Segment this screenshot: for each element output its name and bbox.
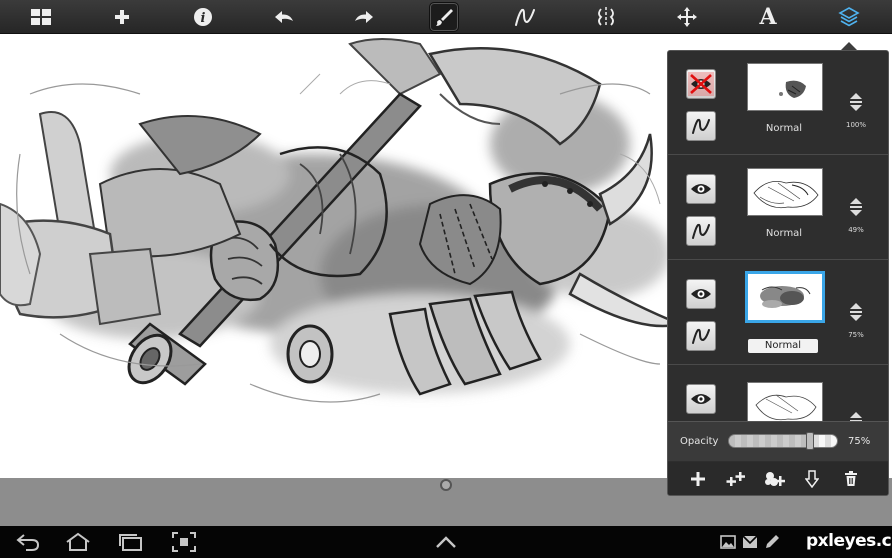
- add-icon[interactable]: [107, 2, 137, 32]
- layer-row-selected[interactable]: Normal 75%: [668, 261, 888, 365]
- svg-text:i: i: [201, 11, 206, 26]
- home-icon[interactable]: [63, 530, 93, 554]
- layer-visibility-toggle[interactable]: [686, 69, 716, 99]
- stroke-icon: [692, 328, 710, 344]
- eye-icon: [691, 289, 711, 299]
- layer-blend-mode[interactable]: Normal: [746, 228, 822, 239]
- screenshot-icon[interactable]: [170, 530, 198, 554]
- layer-row[interactable]: Normal 49%: [668, 156, 888, 260]
- text-icon-glyph: A: [759, 4, 777, 30]
- delete-layer-icon[interactable]: [839, 468, 863, 490]
- layer-visibility-toggle[interactable]: [686, 384, 716, 414]
- opacity-label: Opacity: [680, 436, 719, 447]
- redo-icon[interactable]: [349, 2, 379, 32]
- add-layer-icon[interactable]: [686, 468, 710, 490]
- layer-thumbnail: [747, 382, 823, 421]
- gallery-icon[interactable]: [26, 2, 56, 32]
- opacity-slider[interactable]: [728, 432, 838, 450]
- brush-icon[interactable]: [429, 2, 459, 32]
- layers-panel: Normal 100% Normal 49% Normal 75% Opacit…: [667, 50, 889, 496]
- edit-notification-icon[interactable]: [763, 530, 781, 554]
- stroke-icon[interactable]: [510, 2, 540, 32]
- opacity-slider-fill: [729, 435, 810, 447]
- layer-alpha-lock-toggle[interactable]: [686, 216, 716, 246]
- layer-opacity-label: 49%: [848, 226, 864, 234]
- duplicate-layer-icon[interactable]: [724, 468, 748, 490]
- layer-thumbnail: [747, 63, 823, 111]
- recent-apps-icon[interactable]: [116, 530, 146, 554]
- merge-layer-icon[interactable]: [762, 468, 786, 490]
- opacity-value: 75%: [848, 436, 871, 447]
- layers-list[interactable]: Normal 100% Normal 49% Normal 75%: [668, 51, 888, 421]
- layer-visibility-toggle[interactable]: [686, 174, 716, 204]
- layer-blend-mode[interactable]: Normal: [746, 123, 822, 134]
- layers-icon[interactable]: [834, 2, 864, 32]
- layer-visibility-toggle[interactable]: [686, 279, 716, 309]
- layer-thumbnail: [747, 168, 823, 216]
- back-icon[interactable]: [14, 530, 42, 554]
- hidden-eye-icon: [688, 72, 714, 96]
- stroke-icon: [692, 118, 710, 134]
- layer-row[interactable]: Normal 100%: [668, 51, 888, 155]
- transform-icon[interactable]: [672, 2, 702, 32]
- layer-reorder-handle[interactable]: [846, 196, 866, 218]
- layer-alpha-lock-toggle[interactable]: [686, 111, 716, 141]
- layer-thumbnail: [745, 271, 825, 323]
- text-icon[interactable]: A: [753, 2, 783, 32]
- layer-row[interactable]: [668, 366, 888, 421]
- mail-notification-icon[interactable]: [741, 530, 759, 554]
- layer-reorder-handle[interactable]: [846, 301, 866, 323]
- eye-icon: [691, 394, 711, 404]
- layer-actions-bar: [668, 462, 888, 495]
- stroke-icon: [692, 223, 710, 239]
- info-icon[interactable]: i: [188, 2, 218, 32]
- layer-reorder-handle[interactable]: [846, 410, 866, 421]
- canvas-scroll-handle[interactable]: [440, 479, 452, 491]
- system-navigation-bar: [0, 526, 892, 558]
- top-toolbar: i A: [0, 0, 892, 34]
- move-layer-down-icon[interactable]: [800, 468, 824, 490]
- layer-opacity-label: 75%: [848, 331, 864, 339]
- opacity-slider-knob[interactable]: [806, 432, 814, 450]
- layer-blend-mode[interactable]: Normal: [748, 339, 818, 353]
- expand-up-icon[interactable]: [433, 530, 459, 554]
- layer-opacity-control: Opacity 75%: [668, 421, 888, 461]
- layer-reorder-handle[interactable]: [846, 91, 866, 113]
- undo-icon[interactable]: [269, 2, 299, 32]
- gallery-notification-icon[interactable]: [719, 530, 737, 554]
- watermark-text: pxleyes.com: [806, 531, 892, 551]
- layer-alpha-lock-toggle[interactable]: [686, 321, 716, 351]
- symmetry-icon[interactable]: [591, 2, 621, 32]
- layer-opacity-label: 100%: [845, 121, 866, 129]
- eye-icon: [691, 184, 711, 194]
